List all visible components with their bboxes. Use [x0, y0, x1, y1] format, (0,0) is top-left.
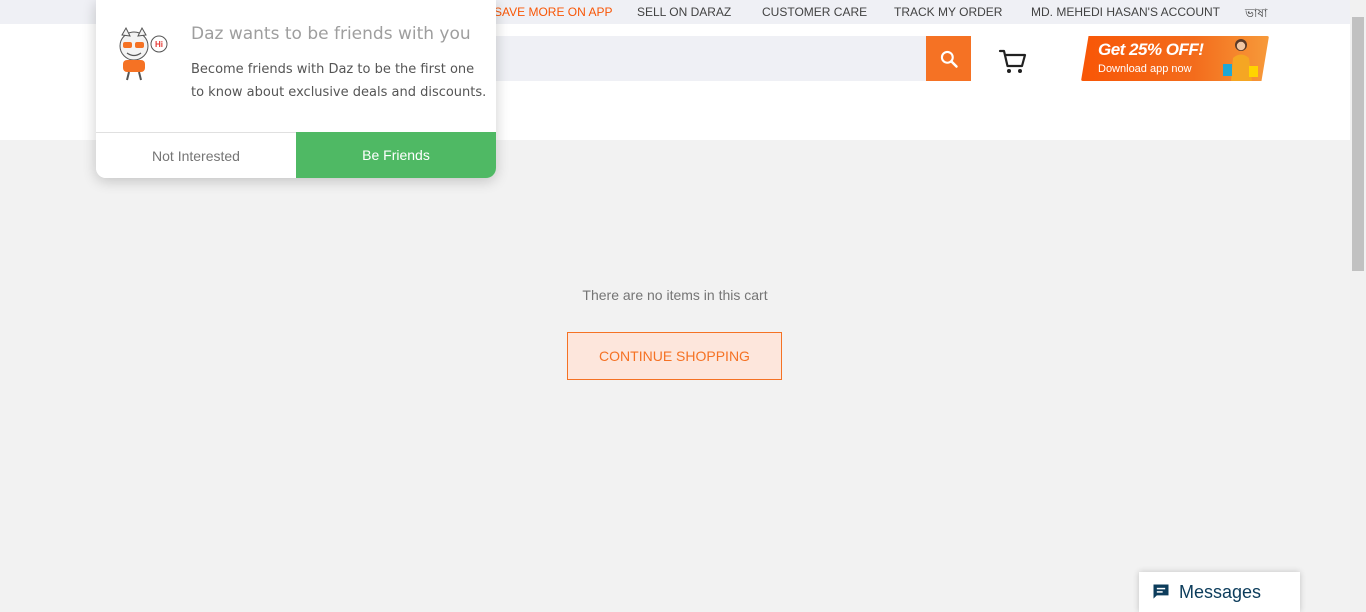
topbar-track-my-order[interactable]: TRACK MY ORDER	[894, 5, 1002, 19]
scrollbar-thumb[interactable]	[1352, 17, 1364, 271]
topbar-account[interactable]: MD. MEHEDI HASAN'S ACCOUNT	[1031, 5, 1220, 19]
chat-icon	[1153, 584, 1169, 599]
be-friends-button[interactable]: Be Friends	[296, 132, 496, 178]
search-button[interactable]	[926, 36, 971, 81]
cart-icon	[998, 49, 1027, 73]
not-interested-button[interactable]: Not Interested	[96, 132, 296, 178]
continue-shopping-button[interactable]: CONTINUE SHOPPING	[567, 332, 782, 380]
promo-model-image	[1223, 39, 1258, 81]
topbar-customer-care[interactable]: CUSTOMER CARE	[762, 5, 867, 19]
topbar-sell-on-daraz[interactable]: SELL ON DARAZ	[637, 5, 731, 19]
popup-body-text: Become friends with Daz to be the first …	[191, 62, 487, 100]
cart-button[interactable]	[998, 46, 1028, 76]
popup-title: Daz wants to be friends with you	[191, 24, 471, 44]
search-input[interactable]	[470, 36, 926, 81]
empty-cart-message: There are no items in this cart	[582, 287, 768, 303]
search-icon	[940, 50, 958, 68]
mascot-hi-bubble: Hi	[155, 40, 163, 49]
messages-button[interactable]: Messages	[1139, 572, 1300, 612]
promo-headline: Get 25% OFF!	[1098, 40, 1204, 59]
messages-label: Messages	[1179, 581, 1262, 602]
topbar-language[interactable]: ভাষা	[1245, 5, 1268, 25]
app-promo-banner[interactable]: Get 25% OFF! Download app now	[1081, 36, 1269, 81]
promo-subtext: Download app now	[1098, 63, 1192, 75]
friend-request-popup: Hi Daz wants to be friends with you Beco…	[96, 0, 496, 178]
page-scrollbar[interactable]	[1350, 0, 1366, 612]
topbar-save-more-on-app[interactable]: SAVE MORE ON APP	[494, 5, 612, 19]
daz-mascot-image: Hi	[119, 26, 168, 81]
